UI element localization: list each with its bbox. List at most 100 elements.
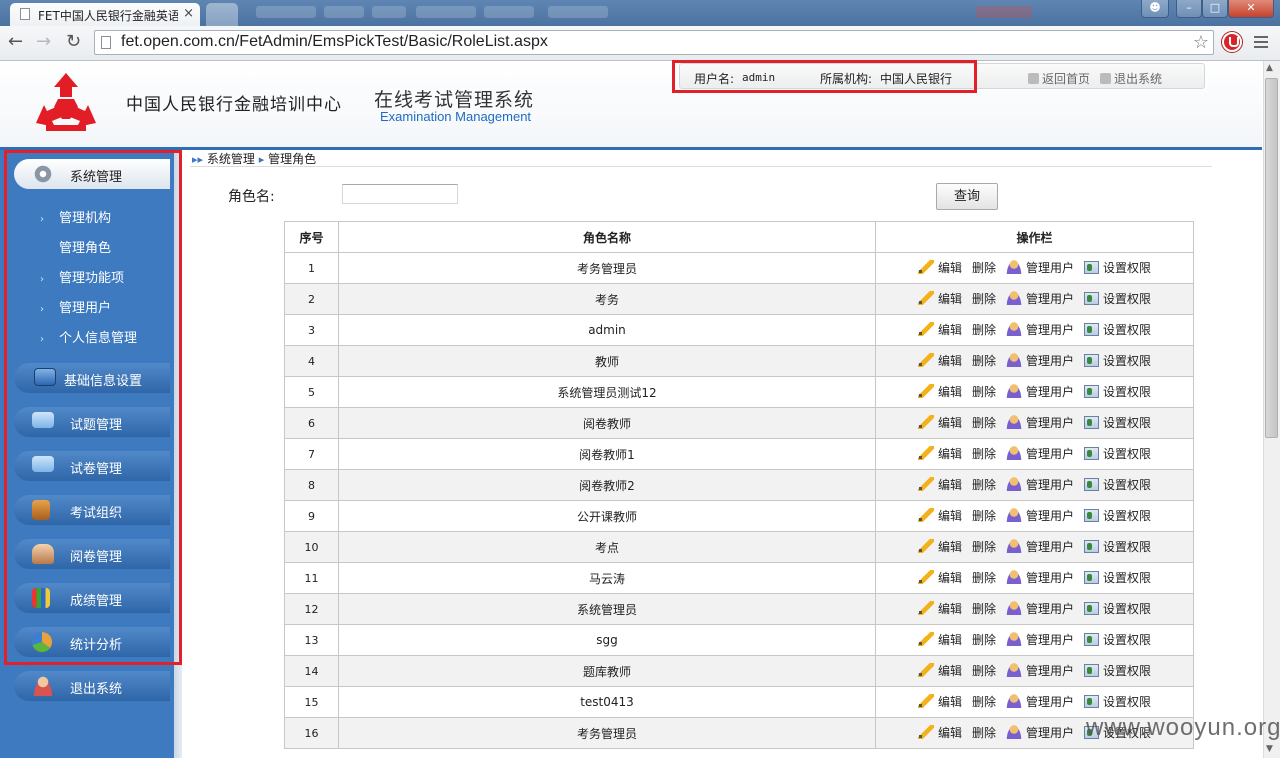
browser-tab-active[interactable]: FET中国人民银行金融英语 × [10,3,200,26]
org-name: 中国人民银行金融培训中心 [126,95,342,115]
set-permissions-action[interactable]: 设置权限 [1084,507,1151,524]
bookmark-item[interactable] [548,6,608,18]
forward-arrow-icon[interactable]: → [36,32,51,52]
close-tab-icon[interactable]: × [183,6,194,21]
bookmark-item[interactable] [416,6,476,18]
url-text[interactable]: fet.open.com.cn/FetAdmin/EmsPickTest/Bas… [121,33,548,51]
edit-action[interactable]: 编辑 [917,476,962,493]
set-permissions-action[interactable]: 设置权限 [1084,693,1151,710]
manage-users-action[interactable]: 管理用户 [1006,538,1074,555]
new-tab-button[interactable] [206,3,238,26]
row-actions: 编辑 删除 管理用户 设置权限 [875,376,1194,408]
manage-users-action[interactable]: 管理用户 [1006,476,1074,493]
bookmark-item[interactable] [324,6,364,18]
delete-action[interactable]: 删除 [972,538,996,555]
set-permissions-action[interactable]: 设置权限 [1084,476,1151,493]
delete-action[interactable]: 删除 [972,414,996,431]
delete-action[interactable]: 删除 [972,569,996,586]
manage-users-action[interactable]: 管理用户 [1006,693,1074,710]
manage-users-action[interactable]: 管理用户 [1006,414,1074,431]
user-icon [1006,601,1022,616]
manage-users-action[interactable]: 管理用户 [1006,631,1074,648]
sidebar-category-exit[interactable]: 退出系统 [14,671,170,701]
manage-users-action[interactable]: 管理用户 [1006,259,1074,276]
delete-action[interactable]: 删除 [972,321,996,338]
minimize-button[interactable]: – [1176,0,1202,18]
set-permissions-action[interactable]: 设置权限 [1084,662,1151,679]
bookmark-item[interactable] [484,6,534,18]
delete-action[interactable]: 删除 [972,290,996,307]
search-button[interactable]: 查询 [936,183,998,210]
action-group: 编辑 删除 管理用户 设置权限 [913,476,1156,493]
edit-action[interactable]: 编辑 [917,724,962,741]
delete-action[interactable]: 删除 [972,724,996,741]
manage-users-action[interactable]: 管理用户 [1006,600,1074,617]
edit-action[interactable]: 编辑 [917,352,962,369]
delete-action[interactable]: 删除 [972,383,996,400]
set-permissions-action[interactable]: 设置权限 [1084,631,1151,648]
close-window-button[interactable]: ✕ [1228,0,1274,18]
bookmark-item[interactable] [256,6,316,18]
set-permissions-action[interactable]: 设置权限 [1084,414,1151,431]
delete-action[interactable]: 删除 [972,445,996,462]
delete-action[interactable]: 删除 [972,693,996,710]
scroll-down-arrow-icon[interactable]: ▼ [1266,744,1273,754]
delete-action[interactable]: 删除 [972,631,996,648]
set-permissions-action[interactable]: 设置权限 [1084,259,1151,276]
delete-action[interactable]: 删除 [972,507,996,524]
manage-users-action[interactable]: 管理用户 [1006,383,1074,400]
edit-action[interactable]: 编辑 [917,383,962,400]
delete-action[interactable]: 删除 [972,352,996,369]
maximize-button[interactable]: □ [1202,0,1228,18]
edit-action[interactable]: 编辑 [917,290,962,307]
role-name-input[interactable] [342,184,458,204]
edit-action[interactable]: 编辑 [917,662,962,679]
profile-button[interactable]: ☻ [1141,0,1169,18]
edit-action[interactable]: 编辑 [917,414,962,431]
manage-users-action[interactable]: 管理用户 [1006,662,1074,679]
role-name-label: 角色名: [228,189,275,205]
logout-link[interactable]: 退出系统 [1100,70,1162,87]
set-permissions-action[interactable]: 设置权限 [1084,569,1151,586]
back-arrow-icon[interactable]: ← [8,32,23,52]
breadcrumb-level1[interactable]: 系统管理 [207,152,255,166]
edit-action[interactable]: 编辑 [917,693,962,710]
page-header: 中国人民银行金融培训中心 在线考试管理系统 Examination Manage… [0,60,1262,150]
set-permissions-action[interactable]: 设置权限 [1084,383,1151,400]
reload-icon[interactable]: ↻ [66,32,81,52]
delete-action[interactable]: 删除 [972,259,996,276]
extension-icon[interactable] [1222,32,1242,52]
edit-action[interactable]: 编辑 [917,321,962,338]
set-permissions-action[interactable]: 设置权限 [1084,290,1151,307]
edit-action[interactable]: 编辑 [917,259,962,276]
delete-action[interactable]: 删除 [972,476,996,493]
edit-action[interactable]: 编辑 [917,569,962,586]
set-permissions-action[interactable]: 设置权限 [1084,321,1151,338]
browser-menu-icon[interactable] [1254,36,1268,51]
set-permissions-action[interactable]: 设置权限 [1084,600,1151,617]
scroll-up-arrow-icon[interactable]: ▲ [1266,63,1273,73]
edit-action[interactable]: 编辑 [917,507,962,524]
manage-users-action[interactable]: 管理用户 [1006,507,1074,524]
bookmark-star-icon[interactable]: ☆ [1193,32,1209,53]
delete-action[interactable]: 删除 [972,662,996,679]
manage-users-action[interactable]: 管理用户 [1006,352,1074,369]
home-link[interactable]: 返回首页 [1028,70,1090,87]
edit-action[interactable]: 编辑 [917,631,962,648]
delete-action[interactable]: 删除 [972,600,996,617]
manage-users-action[interactable]: 管理用户 [1006,445,1074,462]
scrollbar-thumb[interactable] [1265,78,1278,438]
edit-action[interactable]: 编辑 [917,600,962,617]
edit-action[interactable]: 编辑 [917,445,962,462]
set-permissions-action[interactable]: 设置权限 [1084,445,1151,462]
bookmark-item[interactable] [372,6,406,18]
edit-action[interactable]: 编辑 [917,538,962,555]
manage-users-action[interactable]: 管理用户 [1006,569,1074,586]
manage-users-action[interactable]: 管理用户 [1006,290,1074,307]
manage-users-action[interactable]: 管理用户 [1006,321,1074,338]
bookmark-item[interactable] [976,6,1032,18]
set-permissions-action[interactable]: 设置权限 [1084,538,1151,555]
manage-users-action[interactable]: 管理用户 [1006,724,1074,741]
address-bar[interactable]: fet.open.com.cn/FetAdmin/EmsPickTest/Bas… [94,30,1214,55]
set-permissions-action[interactable]: 设置权限 [1084,352,1151,369]
